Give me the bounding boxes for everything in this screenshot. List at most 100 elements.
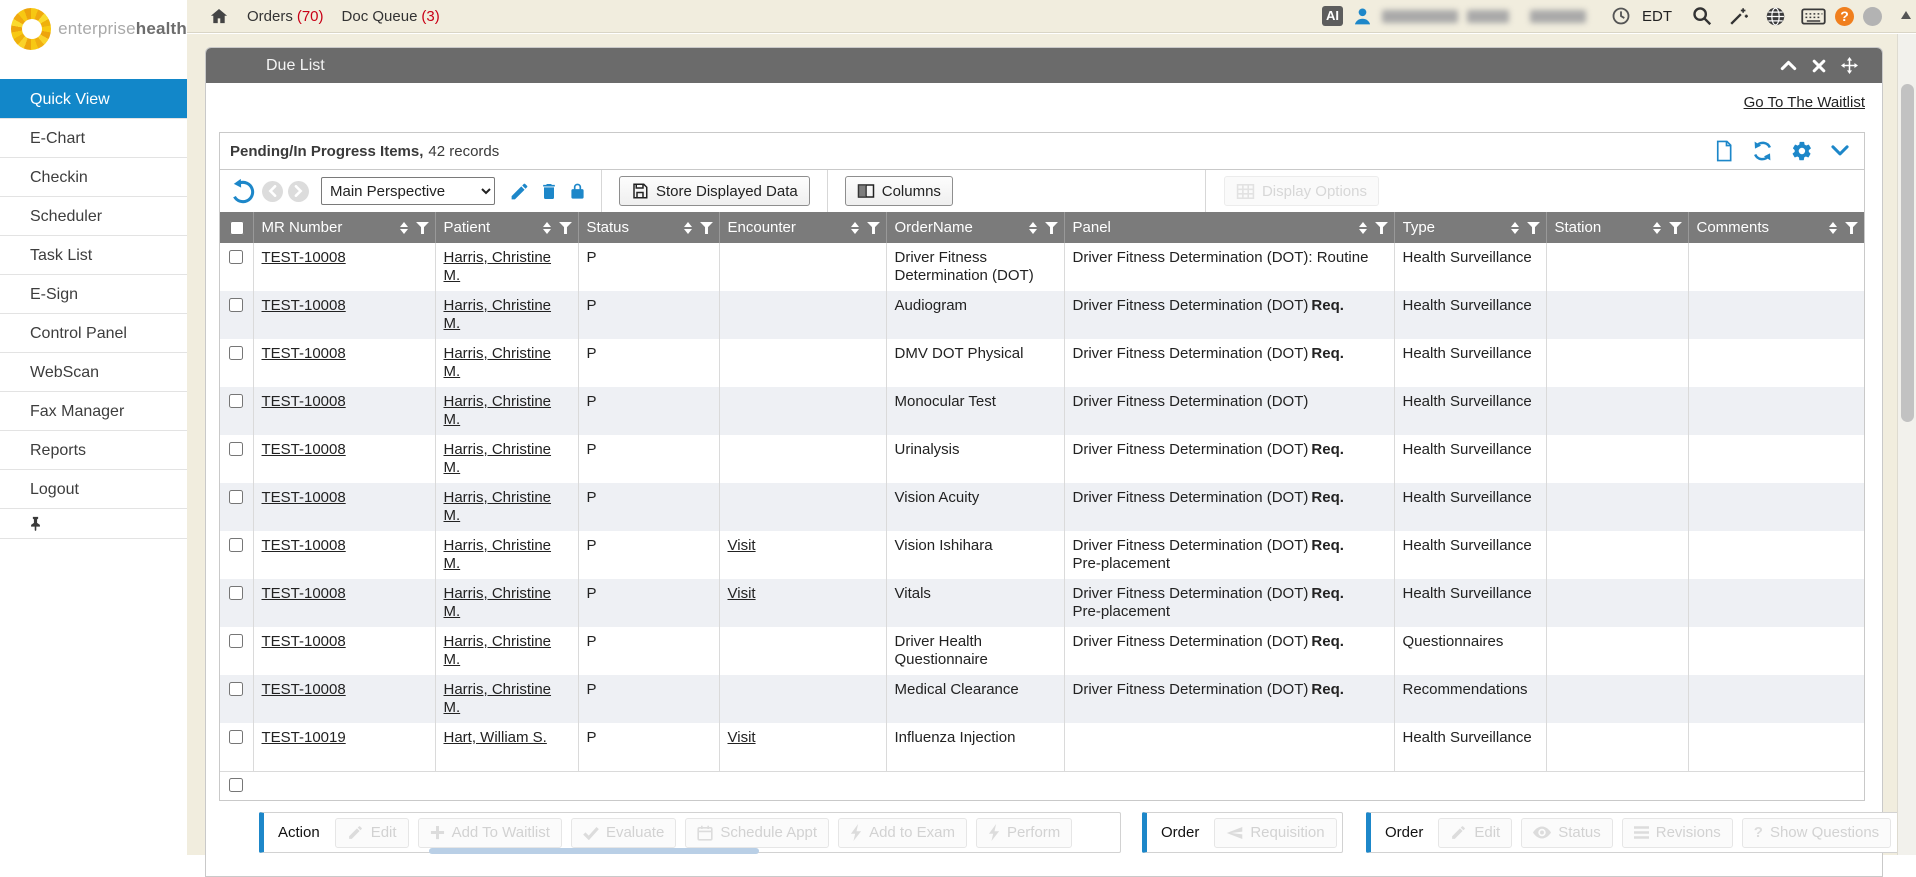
scroll-up-arrow[interactable] <box>1901 11 1911 19</box>
row-checkbox[interactable] <box>229 250 243 264</box>
filter-icon[interactable] <box>416 222 429 234</box>
back-icon[interactable] <box>262 181 283 202</box>
wand-icon[interactable] <box>1728 5 1750 27</box>
forward-icon[interactable] <box>288 181 309 202</box>
home-icon[interactable] <box>209 7 229 26</box>
perspective-select[interactable]: Main Perspective <box>321 177 495 205</box>
new-document-icon[interactable] <box>1714 140 1734 162</box>
encounter-link[interactable]: Visit <box>728 537 756 554</box>
column-header-status[interactable]: Status <box>578 212 719 243</box>
row-checkbox[interactable] <box>229 538 243 552</box>
edit-perspective-icon[interactable] <box>509 181 530 202</box>
row-checkbox[interactable] <box>229 778 243 792</box>
filter-icon[interactable] <box>1375 222 1388 234</box>
sort-icon[interactable] <box>684 222 692 234</box>
store-displayed-data-button[interactable]: Store Displayed Data <box>619 176 810 206</box>
sort-icon[interactable] <box>1359 222 1367 234</box>
nav-orders[interactable]: Orders (70) <box>247 8 324 25</box>
keyboard-icon[interactable] <box>1801 7 1826 26</box>
display-options-button[interactable]: Display Options <box>1224 176 1379 206</box>
sidebar-item-quick-view[interactable]: Quick View <box>0 79 187 118</box>
mr-number-link[interactable]: TEST-10008 <box>262 585 346 602</box>
sort-icon[interactable] <box>1511 222 1519 234</box>
row-checkbox[interactable] <box>229 586 243 600</box>
mr-number-link[interactable]: TEST-10008 <box>262 441 346 458</box>
mr-number-link[interactable]: TEST-10008 <box>262 393 346 410</box>
filter-icon[interactable] <box>1527 222 1540 234</box>
column-header-encounter[interactable]: Encounter <box>719 212 886 243</box>
mr-number-link[interactable]: TEST-10019 <box>262 729 346 746</box>
nav-doc-queue[interactable]: Doc Queue (3) <box>342 8 440 25</box>
column-header-mr-number[interactable]: MR Number <box>253 212 435 243</box>
schedule-appt-button[interactable]: Schedule Appt <box>685 818 829 848</box>
patient-link[interactable]: Hart, William S. <box>444 729 547 746</box>
column-header-type[interactable]: Type <box>1394 212 1546 243</box>
select-all-checkbox[interactable] <box>230 221 244 235</box>
patient-link[interactable]: Harris, Christine M. <box>444 681 552 716</box>
undo-icon[interactable] <box>230 178 257 205</box>
sort-icon[interactable] <box>1653 222 1661 234</box>
row-checkbox[interactable] <box>229 442 243 456</box>
sidebar-item-task-list[interactable]: Task List <box>0 235 187 274</box>
lock-icon[interactable] <box>568 181 587 202</box>
move-icon[interactable] <box>1841 57 1858 74</box>
show-questions-button[interactable]: ?Show Questions <box>1742 818 1891 848</box>
vertical-scrollbar-thumb[interactable] <box>1901 84 1914 422</box>
row-checkbox[interactable] <box>229 298 243 312</box>
edit-button[interactable]: Edit <box>1438 818 1512 848</box>
sidebar-item-checkin[interactable]: Checkin <box>0 157 187 196</box>
mr-number-link[interactable]: TEST-10008 <box>262 249 346 266</box>
perform-button[interactable]: Perform <box>976 818 1072 848</box>
sidebar-item-fax-manager[interactable]: Fax Manager <box>0 391 187 430</box>
mr-number-link[interactable]: TEST-10008 <box>262 489 346 506</box>
chevron-down-icon[interactable] <box>1830 143 1850 159</box>
user-icon[interactable] <box>1352 6 1373 27</box>
patient-link[interactable]: Harris, Christine M. <box>444 633 552 668</box>
row-checkbox[interactable] <box>229 490 243 504</box>
patient-link[interactable]: Harris, Christine M. <box>444 345 552 380</box>
patient-link[interactable]: Harris, Christine M. <box>444 297 552 332</box>
row-checkbox[interactable] <box>229 394 243 408</box>
status-button[interactable]: Status <box>1521 818 1613 848</box>
sort-icon[interactable] <box>400 222 408 234</box>
patient-link[interactable]: Harris, Christine M. <box>444 489 552 524</box>
mr-number-link[interactable]: TEST-10008 <box>262 681 346 698</box>
row-checkbox[interactable] <box>229 730 243 744</box>
sort-icon[interactable] <box>851 222 859 234</box>
mr-number-link[interactable]: TEST-10008 <box>262 345 346 362</box>
search-icon[interactable] <box>1691 5 1713 27</box>
filter-icon[interactable] <box>1845 222 1858 234</box>
refresh-icon[interactable] <box>1751 140 1774 162</box>
revisions-button[interactable]: Revisions <box>1622 818 1733 848</box>
mr-number-link[interactable]: TEST-10008 <box>262 537 346 554</box>
column-header-station[interactable]: Station <box>1546 212 1688 243</box>
column-header-ordername[interactable]: OrderName <box>886 212 1064 243</box>
sidebar-item-reports[interactable]: Reports <box>0 430 187 469</box>
sort-icon[interactable] <box>1029 222 1037 234</box>
filter-icon[interactable] <box>1045 222 1058 234</box>
patient-link[interactable]: Harris, Christine M. <box>444 393 552 428</box>
filter-icon[interactable] <box>559 222 572 234</box>
column-header-patient[interactable]: Patient <box>435 212 578 243</box>
row-checkbox[interactable] <box>229 682 243 696</box>
sidebar-item-control-panel[interactable]: Control Panel <box>0 313 187 352</box>
sidebar-item-webscan[interactable]: WebScan <box>0 352 187 391</box>
sort-icon[interactable] <box>1829 222 1837 234</box>
filter-icon[interactable] <box>867 222 880 234</box>
column-header-comments[interactable]: Comments <box>1688 212 1864 243</box>
help-icon[interactable]: ? <box>1835 7 1854 26</box>
sidebar-item-logout[interactable]: Logout <box>0 469 187 508</box>
filter-icon[interactable] <box>1669 222 1682 234</box>
ai-badge[interactable]: AI <box>1322 6 1343 26</box>
add-to-exam-button[interactable]: Add to Exam <box>838 818 967 848</box>
column-header-panel[interactable]: Panel <box>1064 212 1394 243</box>
filter-icon[interactable] <box>700 222 713 234</box>
edit-button[interactable]: Edit <box>335 818 409 848</box>
add-to-waitlist-button[interactable]: Add To Waitlist <box>418 818 562 848</box>
mr-number-link[interactable]: TEST-10008 <box>262 297 346 314</box>
encounter-link[interactable]: Visit <box>728 729 756 746</box>
pin-icon[interactable] <box>29 516 42 531</box>
patient-link[interactable]: Harris, Christine M. <box>444 537 552 572</box>
patient-link[interactable]: Harris, Christine M. <box>444 249 552 284</box>
encounter-link[interactable]: Visit <box>728 585 756 602</box>
